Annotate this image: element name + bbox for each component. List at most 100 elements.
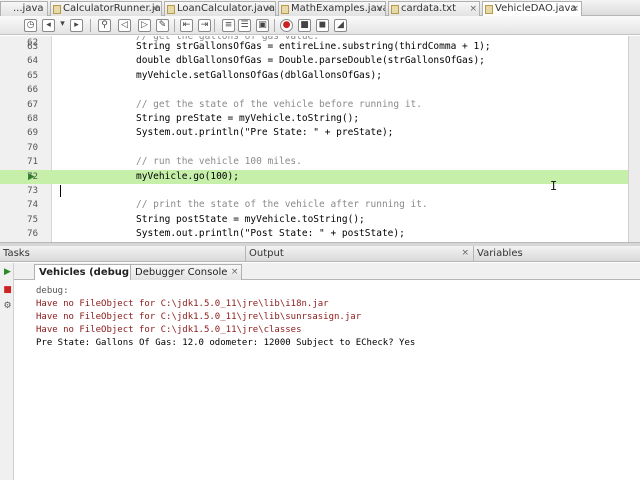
toolbar-separator [214, 19, 215, 32]
find-prev-icon[interactable]: ◁ [118, 19, 131, 32]
line-number: 63 [27, 42, 38, 52]
output-line: debug: [36, 286, 69, 296]
variables-panel-title: Variables [477, 248, 523, 259]
code-text: System.out.println("Pre State: " + preSt… [136, 127, 394, 139]
shift-right-icon[interactable]: ⇥ [198, 19, 211, 32]
back-icon[interactable]: ◂ [42, 19, 55, 32]
line-number: 67 [27, 99, 38, 110]
code-line[interactable]: 68 String preState = myVehicle.toString(… [0, 112, 628, 126]
find-next-icon[interactable]: ▷ [138, 19, 151, 32]
code-text: // get the state of the vehicle before r… [136, 98, 422, 110]
line-number: 75 [27, 214, 38, 225]
current-debug-line[interactable]: ▶ 72 myVehicle.go(100); [0, 169, 628, 184]
stop-icon[interactable]: ■ [2, 285, 13, 296]
shift-left-icon[interactable]: ⇤ [180, 19, 193, 32]
mouse-ibeam-cursor-icon: I [550, 179, 558, 193]
code-line[interactable]: 75 String postState = myVehicle.toString… [0, 213, 628, 227]
rerun-icon[interactable]: ▶ [2, 267, 13, 278]
java-file-icon [53, 5, 61, 14]
variables-panel-header[interactable]: Variables [474, 246, 640, 262]
toolbar-separator [274, 19, 275, 32]
output-line: Have no FileObject for C:\jdk1.5.0_11\jr… [36, 312, 362, 322]
close-icon[interactable]: × [231, 265, 239, 280]
tab-java-file[interactable]: ...java [0, 1, 48, 16]
code-line[interactable]: 73 [0, 184, 628, 198]
code-line[interactable]: 67 // get the state of the vehicle befor… [0, 98, 628, 112]
record-macro-icon[interactable]: ● [280, 19, 293, 32]
editor-toolbar: ◷ ◂ ▾ ▸ ⚲ ◁ ▷ ✎ ⇤ ⇥ ≡ ☰ ▣ ● ■ ◼ ◢ [0, 16, 640, 35]
search-icon[interactable]: ⚲ [98, 19, 111, 32]
code-line[interactable]: 66 [0, 83, 628, 97]
uncomment-icon[interactable]: ☰ [238, 19, 251, 32]
code-line[interactable]: 63 String strGallonsOfGas = entireLine.s… [0, 40, 628, 54]
close-icon[interactable]: × [469, 2, 477, 16]
toggle-bookmark-icon[interactable]: ◼ [316, 19, 329, 32]
close-icon[interactable]: × [265, 2, 273, 16]
tab-label: Debugger Console [135, 267, 228, 278]
editor-vertical-scrollbar[interactable] [628, 36, 640, 242]
close-icon[interactable]: × [571, 2, 579, 16]
close-icon[interactable]: × [151, 2, 159, 16]
output-console[interactable]: debug: Have no FileObject for C:\jdk1.5.… [36, 282, 636, 480]
code-text: String preState = myVehicle.toString(); [136, 113, 360, 124]
java-file-icon [167, 5, 175, 14]
code-line[interactable]: 76 System.out.println("Post State: " + p… [0, 227, 628, 241]
close-icon[interactable]: × [375, 2, 383, 16]
tab-label: VehicleDAO.java [495, 3, 577, 14]
code-text: System.out.println("Post State: " + post… [136, 228, 405, 240]
code-line[interactable]: 65 myVehicle.setGallonsOfGas(dblGallonsO… [0, 69, 628, 83]
save-icon[interactable]: ▣ [256, 19, 269, 32]
output-panel-title: Output [249, 248, 284, 259]
tab-cardata[interactable]: cardata.txt × [388, 1, 480, 16]
tasks-panel-title: Tasks [3, 248, 30, 259]
toggle-highlight-icon[interactable]: ✎ [156, 19, 169, 32]
code-text: myVehicle.go(100); [136, 170, 239, 182]
java-file-icon [485, 5, 493, 14]
code-editor[interactable]: 62 // get the gallons of gas value: 63 S… [0, 36, 628, 242]
stop-macro-icon[interactable]: ■ [298, 19, 311, 32]
code-line[interactable]: 69 System.out.println("Pre State: " + pr… [0, 126, 628, 140]
tab-vehicledao[interactable]: VehicleDAO.java × [482, 1, 582, 16]
code-text: double dblGallonsOfGas = Double.parseDou… [136, 55, 485, 67]
comment-icon[interactable]: ≡ [222, 19, 235, 32]
text-caret [60, 185, 61, 197]
toolbar-separator [174, 19, 175, 32]
output-line: Have no FileObject for C:\jdk1.5.0_11\jr… [36, 299, 329, 309]
tab-loancalculator[interactable]: LoanCalculator.java × [164, 1, 276, 16]
tab-label: cardata.txt [401, 3, 457, 14]
output-panel-header[interactable]: Output × [246, 246, 474, 262]
text-file-icon [391, 5, 399, 14]
output-line: Pre State: Gallons Of Gas: 12.0 odometer… [36, 338, 416, 348]
code-text: // run the vehicle 100 miles. [136, 156, 302, 168]
close-icon[interactable]: × [461, 246, 469, 261]
editor-tab-bar: ...java CalculatorRunner.java × LoanCalc… [0, 0, 640, 16]
line-number: 70 [27, 142, 38, 153]
line-number: 76 [27, 229, 38, 240]
code-line[interactable]: 70 [0, 141, 628, 155]
code-text: String postState = myVehicle.toString(); [136, 213, 365, 225]
java-file-icon [281, 5, 289, 14]
line-number: 65 [27, 70, 38, 81]
forward-icon[interactable]: ▸ [70, 19, 83, 32]
line-number: 74 [27, 200, 38, 211]
next-bookmark-icon[interactable]: ◢ [334, 19, 347, 32]
line-number: 72 [27, 171, 38, 182]
tab-calculatorrunner[interactable]: CalculatorRunner.java × [50, 1, 162, 16]
line-number: 68 [27, 114, 38, 124]
tab-debugger-console[interactable]: Debugger Console × [130, 264, 243, 280]
line-number: 73 [27, 186, 38, 196]
output-tab-bar: Vehicles (debug) × Debugger Console × [14, 263, 640, 280]
line-number: 66 [27, 85, 38, 96]
toolbar-separator [90, 19, 91, 32]
code-line[interactable]: 71 // run the vehicle 100 miles. [0, 155, 628, 169]
tasks-panel-header[interactable]: Tasks [0, 246, 246, 262]
tab-mathexamples[interactable]: MathExamples.java × [278, 1, 386, 16]
line-number: 71 [27, 157, 38, 168]
line-number: 64 [27, 56, 38, 67]
history-icon[interactable]: ◷ [24, 19, 37, 32]
gear-icon[interactable]: ⚙ [2, 301, 13, 312]
code-line[interactable]: 74 // print the state of the vehicle aft… [0, 198, 628, 212]
line-number: 69 [27, 128, 38, 139]
code-line[interactable]: 64 double dblGallonsOfGas = Double.parse… [0, 54, 628, 68]
dropdown-icon[interactable]: ▾ [58, 19, 67, 32]
